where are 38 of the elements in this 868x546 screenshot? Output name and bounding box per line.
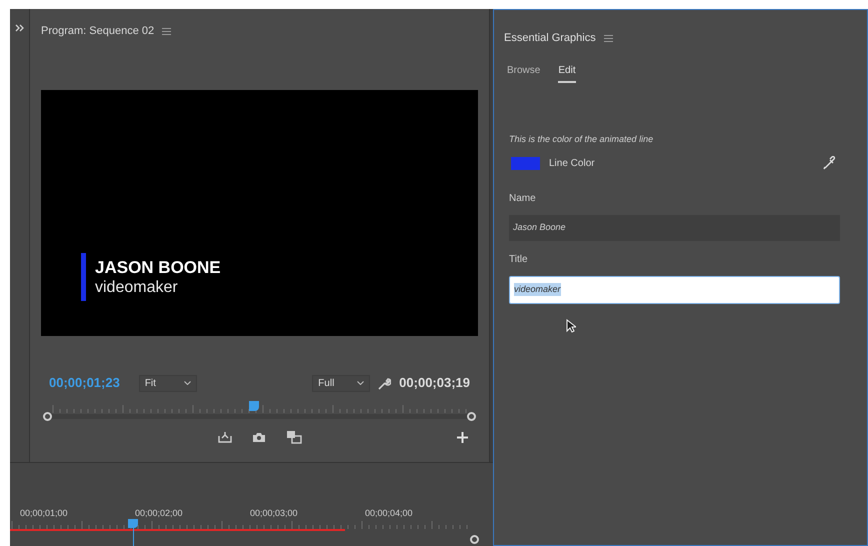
- panel-tab[interactable]: Browse: [507, 63, 540, 83]
- camera-icon[interactable]: [252, 432, 266, 442]
- resolution-select[interactable]: Full: [312, 374, 370, 392]
- description-text: This is the color of the animated line: [509, 133, 654, 146]
- name-field[interactable]: Jason Boone: [509, 214, 840, 240]
- add-icon[interactable]: [457, 432, 468, 442]
- compare-icon[interactable]: [286, 430, 302, 444]
- field-label: Name: [509, 192, 537, 206]
- title-field[interactable]: videomaker: [509, 276, 840, 304]
- color-swatch[interactable]: [511, 156, 540, 170]
- selected-text: videomaker: [514, 282, 561, 296]
- zoom-select[interactable]: Fit: [138, 374, 197, 392]
- time-label: 00;00;04;00: [365, 507, 414, 520]
- time-label: 00;00;03;00: [250, 507, 299, 520]
- end-handle[interactable]: [470, 535, 479, 544]
- start-point-handle[interactable]: [43, 412, 52, 421]
- expand-icon[interactable]: [14, 24, 24, 32]
- menu-icon[interactable]: [604, 34, 613, 42]
- field-label: Title: [509, 252, 529, 266]
- end-point-handle[interactable]: [467, 412, 476, 421]
- title-overlay: videomaker: [95, 278, 179, 296]
- duration-timecode: 00;00;03;19: [399, 374, 470, 392]
- panel-tab[interactable]: Edit: [558, 63, 576, 83]
- name-overlay: JASON BOONE: [95, 258, 221, 278]
- menu-icon[interactable]: [162, 28, 172, 34]
- panel-title: Essential Graphics: [504, 30, 596, 46]
- chevron-icon: [357, 381, 364, 385]
- line-color-label: Line Color: [549, 156, 595, 170]
- panel-title: Program: Sequence 02: [41, 24, 154, 39]
- chevron-icon: [184, 381, 191, 385]
- export-icon[interactable]: [218, 431, 232, 443]
- timeline-playhead[interactable]: [128, 519, 138, 546]
- eyedropper-icon[interactable]: [823, 156, 837, 170]
- time-label: 00;00;02;00: [135, 507, 184, 520]
- wrench-icon[interactable]: [378, 376, 392, 390]
- time-label: 00;00;01;00: [20, 507, 69, 520]
- mouse-pointer-icon: [566, 318, 576, 332]
- playhead[interactable]: [248, 401, 259, 411]
